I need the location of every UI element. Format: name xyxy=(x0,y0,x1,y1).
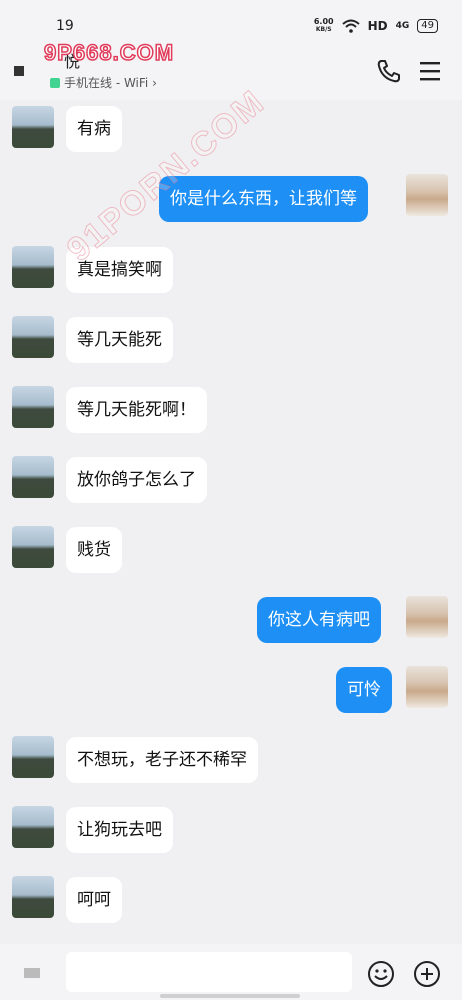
status-indicators: 6.00 KB/S HD 4G 49 xyxy=(314,18,438,34)
contact-avatar[interactable] xyxy=(12,106,54,148)
contact-avatar[interactable] xyxy=(12,246,54,288)
hd-label: HD xyxy=(367,19,388,33)
net-speed: 6.00 KB/S xyxy=(314,18,334,34)
plus-icon[interactable] xyxy=(413,960,441,988)
net-speed-unit: KB/S xyxy=(315,26,332,33)
contact-avatar[interactable] xyxy=(12,456,54,498)
voice-icon[interactable] xyxy=(24,968,40,978)
watermark-logo: 9P668.COM xyxy=(43,39,175,66)
message-bubble[interactable]: 可怜 xyxy=(336,667,392,713)
menu-icon[interactable] xyxy=(418,60,442,82)
message-bubble[interactable]: 有病 xyxy=(66,106,122,152)
message-bubble[interactable]: 放你鸽子怎么了 xyxy=(66,457,207,503)
my-avatar[interactable] xyxy=(406,596,448,638)
message-bubble[interactable]: 等几天能死啊！ xyxy=(66,387,207,433)
contact-avatar[interactable] xyxy=(12,876,54,918)
status-time: 19 xyxy=(56,18,74,34)
my-avatar[interactable] xyxy=(406,666,448,708)
home-indicator[interactable] xyxy=(160,994,300,998)
contact-avatar[interactable] xyxy=(12,386,54,428)
emoji-icon[interactable] xyxy=(367,960,395,988)
phone-icon[interactable] xyxy=(376,58,402,84)
my-avatar[interactable] xyxy=(406,174,448,216)
message-bubble[interactable]: 你是什么东西，让我们等 xyxy=(159,176,368,222)
message-bubble[interactable]: 贱货 xyxy=(66,527,122,573)
online-status-text: 手机在线 - WiFi › xyxy=(64,76,157,90)
message-input[interactable] xyxy=(66,952,352,992)
contact-avatar[interactable] xyxy=(12,736,54,778)
message-bubble[interactable]: 呵呵 xyxy=(66,877,122,923)
back-icon[interactable] xyxy=(14,66,24,76)
net-speed-value: 6.00 xyxy=(313,17,334,26)
signal-label: 4G xyxy=(395,21,410,31)
contact-avatar[interactable] xyxy=(12,806,54,848)
input-bar xyxy=(0,944,462,1000)
message-bubble[interactable]: 让狗玩去吧 xyxy=(66,807,173,853)
online-status-row[interactable]: 手机在线 - WiFi › xyxy=(50,74,157,91)
contact-avatar[interactable] xyxy=(12,316,54,358)
contact-avatar[interactable] xyxy=(12,526,54,568)
message-bubble[interactable]: 你这人有病吧 xyxy=(257,597,381,643)
message-bubble[interactable]: 不想玩，老子还不稀罕 xyxy=(66,737,258,783)
status-bar: 19 6.00 KB/S HD 4G 49 xyxy=(0,0,462,42)
battery-indicator: 49 xyxy=(417,19,438,33)
wifi-icon xyxy=(341,19,360,33)
online-status-icon xyxy=(50,77,60,88)
message-bubble[interactable]: 等几天能死 xyxy=(66,317,173,363)
